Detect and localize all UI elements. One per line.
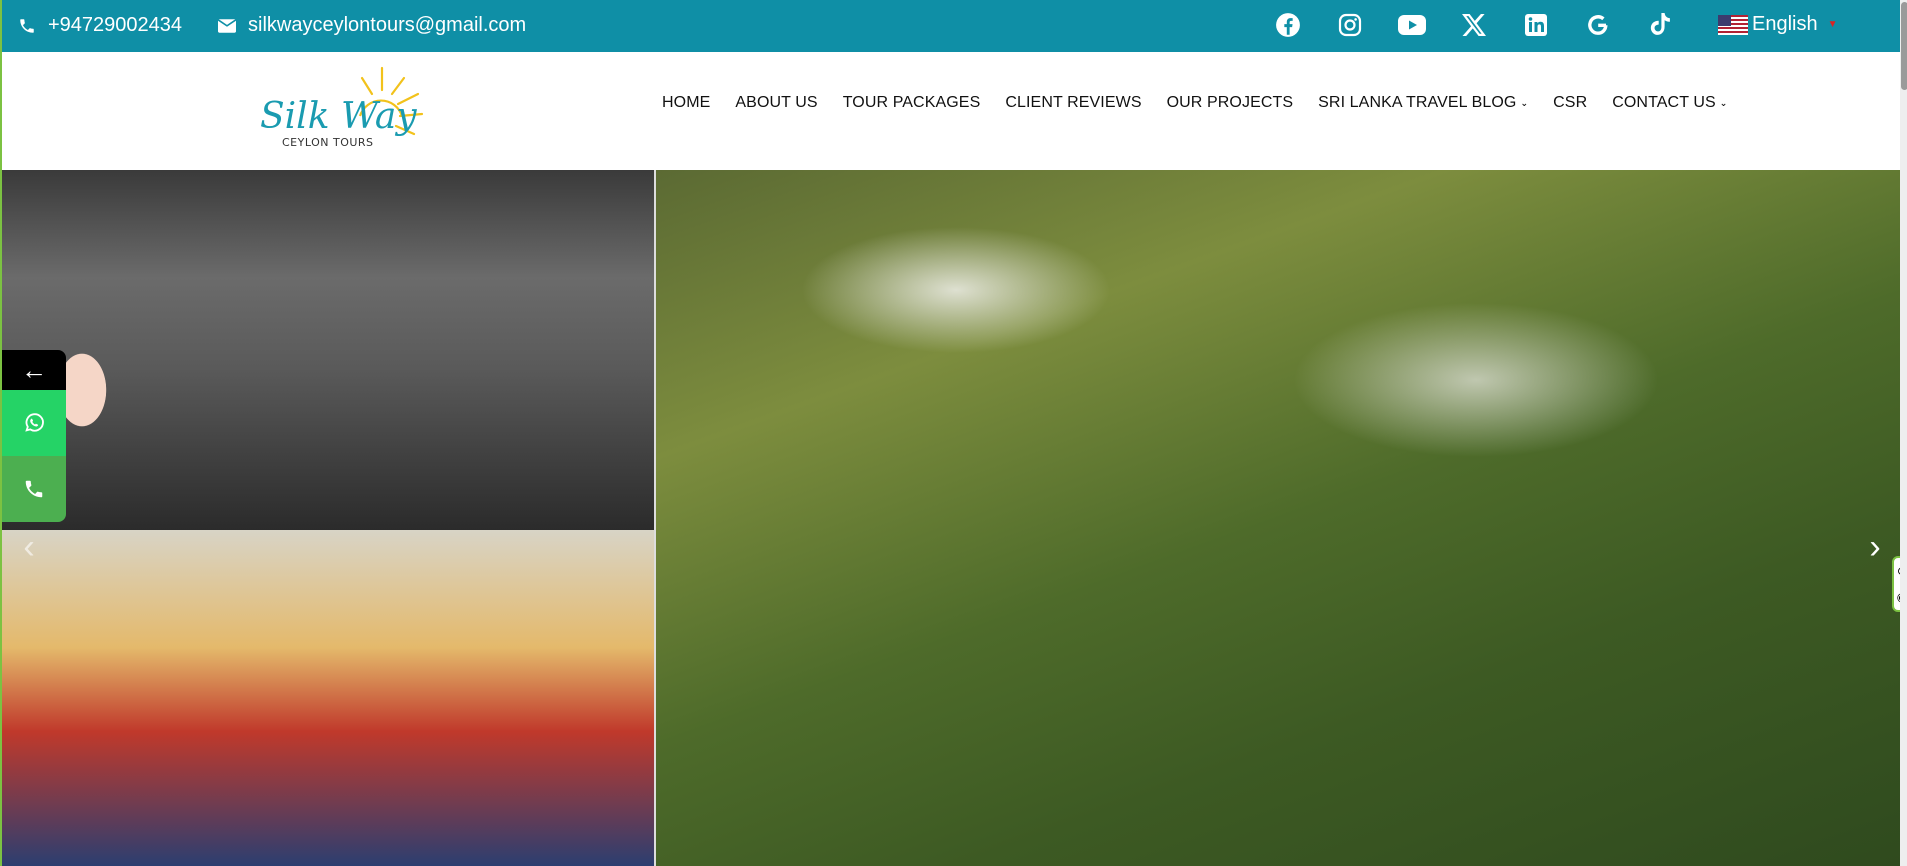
nav-item-home[interactable]: HOME [662, 94, 710, 112]
scrollbar[interactable] [1900, 0, 1907, 866]
social-links [1274, 11, 1674, 39]
chevron-down-icon: ⌄ [1719, 97, 1728, 108]
nav-item-client-reviews[interactable]: CLIENT REVIEWS [1005, 94, 1141, 112]
language-selector[interactable]: English ▼ [1718, 13, 1838, 36]
whatsapp-button[interactable] [2, 390, 66, 456]
slider-next-arrow[interactable]: › [1860, 528, 1890, 567]
mountain-landscape-image [656, 170, 1907, 866]
group-photo-bottom [2, 530, 654, 866]
arrow-left-icon: ← [21, 354, 47, 385]
scrollbar-thumb[interactable] [1901, 2, 1907, 90]
nav-item-tour-packages[interactable]: TOUR PACKAGES [843, 94, 981, 112]
site-logo[interactable]: Silk Way CEYLON TOURS [258, 64, 438, 160]
nav-item-contact-us[interactable]: CONTACT US ⌄ [1612, 94, 1727, 112]
x-icon[interactable] [1460, 11, 1488, 39]
linkedin-icon[interactable] [1522, 11, 1550, 39]
instagram-icon[interactable] [1336, 11, 1364, 39]
nav-item-travel-blog[interactable]: SRI LANKA TRAVEL BLOG ⌄ [1318, 94, 1528, 112]
nav-item-our-projects[interactable]: OUR PROJECTS [1167, 94, 1294, 112]
page: +94729002434 silkwayceylontours@gmail.co… [0, 0, 1907, 866]
phone-number[interactable]: +94729002434 [48, 14, 182, 37]
phone-icon [25, 480, 43, 498]
svg-text:CEYLON TOURS: CEYLON TOURS [282, 136, 374, 149]
us-flag-icon [1718, 14, 1748, 35]
caret-down-icon: ▼ [1827, 19, 1838, 30]
nav-item-csr[interactable]: CSR [1553, 94, 1587, 112]
call-button[interactable] [2, 456, 66, 522]
youtube-icon[interactable] [1398, 11, 1426, 39]
group-photo-top [2, 170, 654, 530]
nav-item-about-us[interactable]: ABOUT US [735, 94, 817, 112]
site-header: Silk Way CEYLON TOURS HOME ABOUT US TOUR… [2, 52, 1907, 170]
language-label: English [1752, 13, 1818, 35]
email-contact[interactable]: silkwayceylontours@gmail.com [218, 14, 526, 37]
main-nav: HOME ABOUT US TOUR PACKAGES CLIENT REVIE… [662, 94, 1752, 112]
whatsapp-icon [25, 413, 44, 432]
hero-slider: ‹ › [2, 170, 1907, 866]
top-bar: +94729002434 silkwayceylontours@gmail.co… [2, 0, 1907, 52]
envelope-icon [218, 18, 236, 33]
floating-toggle-button[interactable]: ← [2, 350, 66, 390]
slider-prev-arrow[interactable]: ‹ [14, 528, 44, 567]
chevron-down-icon: ⌄ [1520, 97, 1529, 108]
email-address[interactable]: silkwayceylontours@gmail.com [248, 14, 526, 37]
phone-contact[interactable]: +94729002434 [18, 14, 182, 37]
tiktok-icon[interactable] [1646, 11, 1674, 39]
google-icon[interactable] [1584, 11, 1612, 39]
phone-icon [20, 18, 34, 33]
facebook-icon[interactable] [1274, 11, 1302, 39]
svg-text:Silk Way: Silk Way [260, 96, 417, 137]
